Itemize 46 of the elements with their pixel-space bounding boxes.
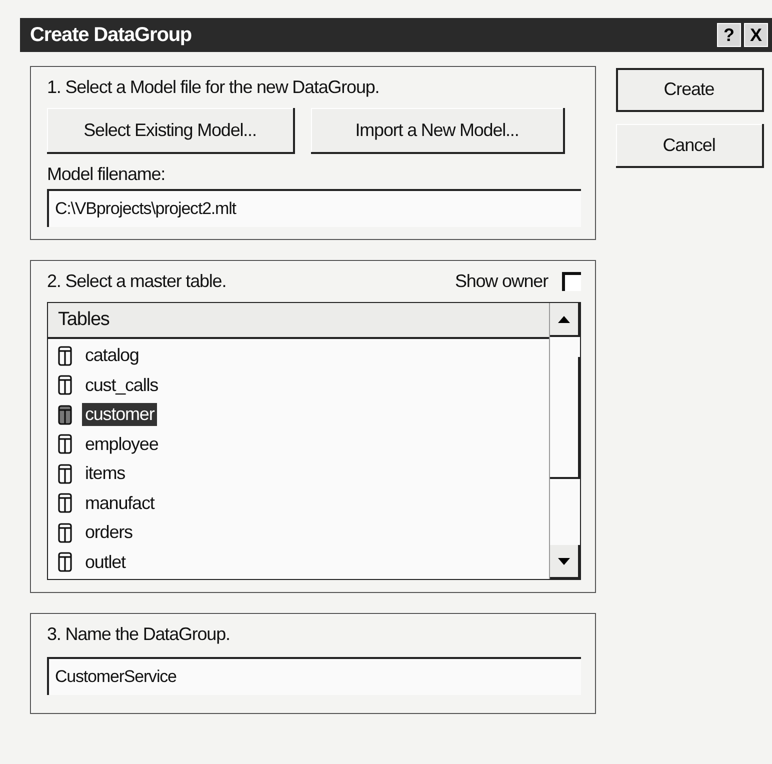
table-name: cust_calls	[84, 374, 160, 397]
filename-field[interactable]: C:\VBprojects\project2.mlt	[47, 189, 581, 227]
section-heading: 2. Select a master table.	[47, 271, 226, 292]
table-icon	[58, 552, 72, 572]
table-name: outlet	[84, 550, 127, 574]
table-name: catalog	[84, 344, 140, 368]
section-heading: 1. Select a Model file for the new DataGroup.	[47, 77, 380, 98]
table-icon	[58, 434, 72, 454]
table-name: employee	[84, 432, 160, 456]
table-item[interactable]: items	[58, 459, 549, 488]
table-item[interactable]: employee	[58, 430, 549, 459]
up-arrow-icon	[558, 316, 570, 322]
scroll-thumb[interactable]	[550, 357, 580, 479]
help-button[interactable]: ?	[717, 23, 741, 47]
table-item[interactable]: orders	[58, 518, 549, 548]
table-icon	[58, 464, 72, 484]
select-model-button[interactable]: Select Existing Model...	[47, 108, 295, 154]
table-name: orders	[84, 521, 134, 544]
section-heading: 3. Name the DataGroup.	[47, 624, 230, 645]
cancel-button[interactable]: Cancel	[616, 124, 764, 168]
window-title: Create DataGroup	[30, 24, 192, 46]
field-label: Model filename:	[47, 164, 166, 185]
close-button[interactable]: X	[744, 23, 768, 47]
table-icon	[58, 493, 72, 514]
scroll-up-button[interactable]	[550, 303, 580, 337]
checkbox-label: Show owner	[454, 271, 548, 292]
table-item[interactable]: outlet	[58, 548, 549, 577]
scrollbar[interactable]	[549, 303, 580, 579]
table-icon	[58, 346, 72, 366]
table-icon	[58, 375, 72, 396]
table-item[interactable]: catalog	[58, 341, 549, 370]
table-name: manufact	[84, 492, 156, 515]
table-item[interactable]: cust_calls	[58, 370, 549, 400]
table-item[interactable]: customer	[58, 400, 549, 430]
table-icon	[58, 404, 72, 425]
table-name: customer	[82, 403, 158, 426]
table-name: items	[84, 462, 126, 486]
table-icon	[58, 522, 72, 543]
import-model-button[interactable]: Import a New Model...	[311, 108, 565, 154]
name-field[interactable]: CustomerService	[47, 657, 581, 695]
table-item[interactable]: manufact	[58, 488, 549, 518]
scroll-down-button[interactable]	[550, 545, 580, 579]
show-owner-checkbox[interactable]	[562, 272, 581, 291]
down-arrow-icon	[558, 558, 570, 564]
column-header[interactable]: Tables	[48, 303, 549, 339]
create-button[interactable]: Create	[616, 68, 764, 112]
